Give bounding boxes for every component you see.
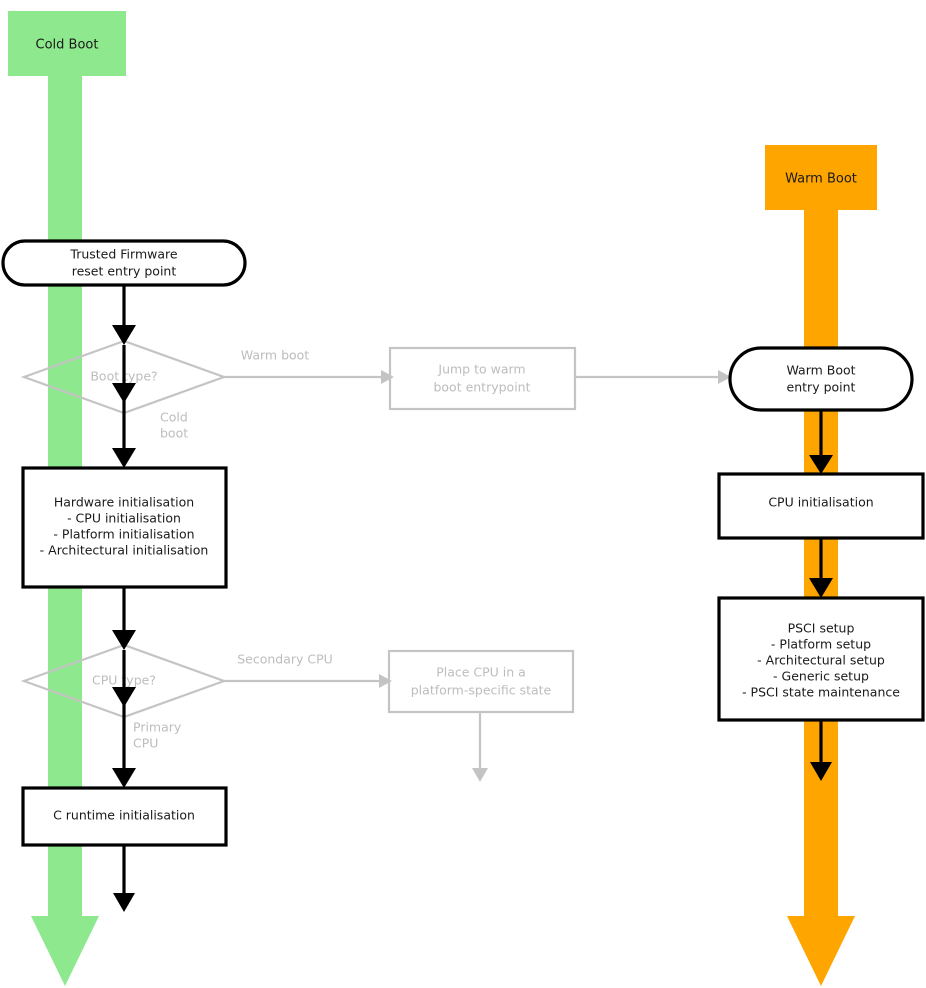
node-psci-setup-line-3: - Architectural setup: [757, 653, 885, 668]
edge-label-primary-cpu-line-1: Primary: [133, 720, 182, 735]
edge-label-primary-cpu-line-2: CPU: [133, 736, 158, 751]
edge-cruntimeinit-down: [113, 845, 135, 912]
node-trusted-firmware-reset-entry-point-line-2: reset entry point: [72, 264, 177, 279]
node-hardware-initialisation[interactable]: Hardware initialisation - CPU initialisa…: [21, 466, 228, 589]
node-cpu-initialisation-label: CPU initialisation: [768, 495, 873, 510]
edge-hardwareinit-to-cputype: [112, 587, 136, 650]
node-trusted-firmware-reset-entry-point[interactable]: Trusted Firmware reset entry point: [1, 239, 247, 287]
edge-resetentry-to-boottype-arrowhead: [112, 325, 136, 345]
edge-cputype-to-cruntimeinit-arrowhead: [112, 768, 136, 788]
node-c-runtime-initialisation-label: C runtime initialisation: [53, 808, 195, 823]
edge-boottype-midpoint-arrowhead: [112, 383, 136, 403]
node-hardware-initialisation-line-2: - CPU initialisation: [67, 511, 181, 526]
edge-label-warm-boot: Warm boot: [241, 348, 310, 363]
node-warm-boot-entry-point[interactable]: Warm Boot entry point: [728, 346, 914, 412]
edge-placecpu-down: [472, 712, 488, 782]
edge-placecpu-down-arrowhead: [472, 768, 488, 782]
cold-boot-lane-arrowhead: [31, 916, 99, 986]
warm-boot-lane-label: Warm Boot: [785, 172, 857, 187]
edge-resetentry-to-boottype: [112, 283, 136, 345]
edge-cputype-to-placecpu: [224, 674, 392, 688]
node-warm-boot-entry-point-line-1: Warm Boot: [786, 363, 855, 378]
node-jump-to-warm-boot-entrypoint[interactable]: Jump to warm boot entrypoint: [388, 346, 577, 411]
node-c-runtime-initialisation[interactable]: C runtime initialisation: [21, 786, 228, 847]
edge-cputype-midpoint-arrowhead: [112, 687, 136, 707]
flow-svg: Cold Boot Warm Boot Boot type? Jump to w…: [1, 11, 925, 986]
edge-boottype-to-hardwareinit-arrowhead: [112, 448, 136, 468]
node-jump-to-warm-boot-entrypoint-line-1: Jump to warm: [437, 362, 525, 377]
node-place-cpu-platform-specific-state[interactable]: Place CPU in a platform-specific state: [387, 649, 575, 714]
edge-label-secondary-cpu: Secondary CPU: [237, 652, 333, 667]
node-cpu-initialisation[interactable]: CPU initialisation: [717, 472, 925, 540]
edge-cruntimeinit-down-arrowhead: [113, 893, 135, 912]
node-psci-setup-line-4: - Generic setup: [773, 669, 869, 684]
boot-flow-diagram: Cold Boot Warm Boot Boot type? Jump to w…: [0, 0, 926, 988]
node-hardware-initialisation-line-1: Hardware initialisation: [54, 495, 194, 510]
node-place-cpu-platform-specific-state-line-1: Place CPU in a: [436, 665, 526, 680]
warm-boot-lane-arrowhead: [787, 916, 855, 986]
node-warm-boot-entry-point-line-2: entry point: [787, 380, 856, 395]
node-hardware-initialisation-line-3: - Platform initialisation: [53, 527, 194, 542]
cold-boot-lane-label: Cold Boot: [36, 38, 99, 53]
edge-label-cold-boot-line-2: boot: [160, 426, 188, 441]
node-psci-setup-line-1: PSCI setup: [788, 621, 855, 636]
edge-jumpwarm-to-warmentry: [575, 370, 731, 384]
node-psci-setup[interactable]: PSCI setup - Platform setup - Architectu…: [717, 596, 925, 722]
node-psci-setup-line-5: - PSCI state maintenance: [742, 685, 900, 700]
edge-boottype-to-jumpwarm-arrowhead: [381, 370, 394, 384]
node-psci-setup-line-2: - Platform setup: [771, 637, 871, 652]
edge-boottype-to-jumpwarm: [224, 370, 394, 384]
node-jump-to-warm-boot-entrypoint-line-2: boot entrypoint: [433, 380, 530, 395]
node-jump-to-warm-boot-entrypoint-shape: [388, 346, 577, 411]
node-place-cpu-platform-specific-state-shape: [387, 649, 575, 714]
node-trusted-firmware-reset-entry-point-line-1: Trusted Firmware: [69, 247, 177, 262]
edge-boottype-to-hardwareinit: [112, 345, 136, 468]
node-place-cpu-platform-specific-state-line-2: platform-specific state: [411, 683, 552, 698]
node-hardware-initialisation-line-4: - Architectural initialisation: [40, 543, 209, 558]
edge-label-cold-boot-line-1: Cold: [160, 410, 188, 425]
